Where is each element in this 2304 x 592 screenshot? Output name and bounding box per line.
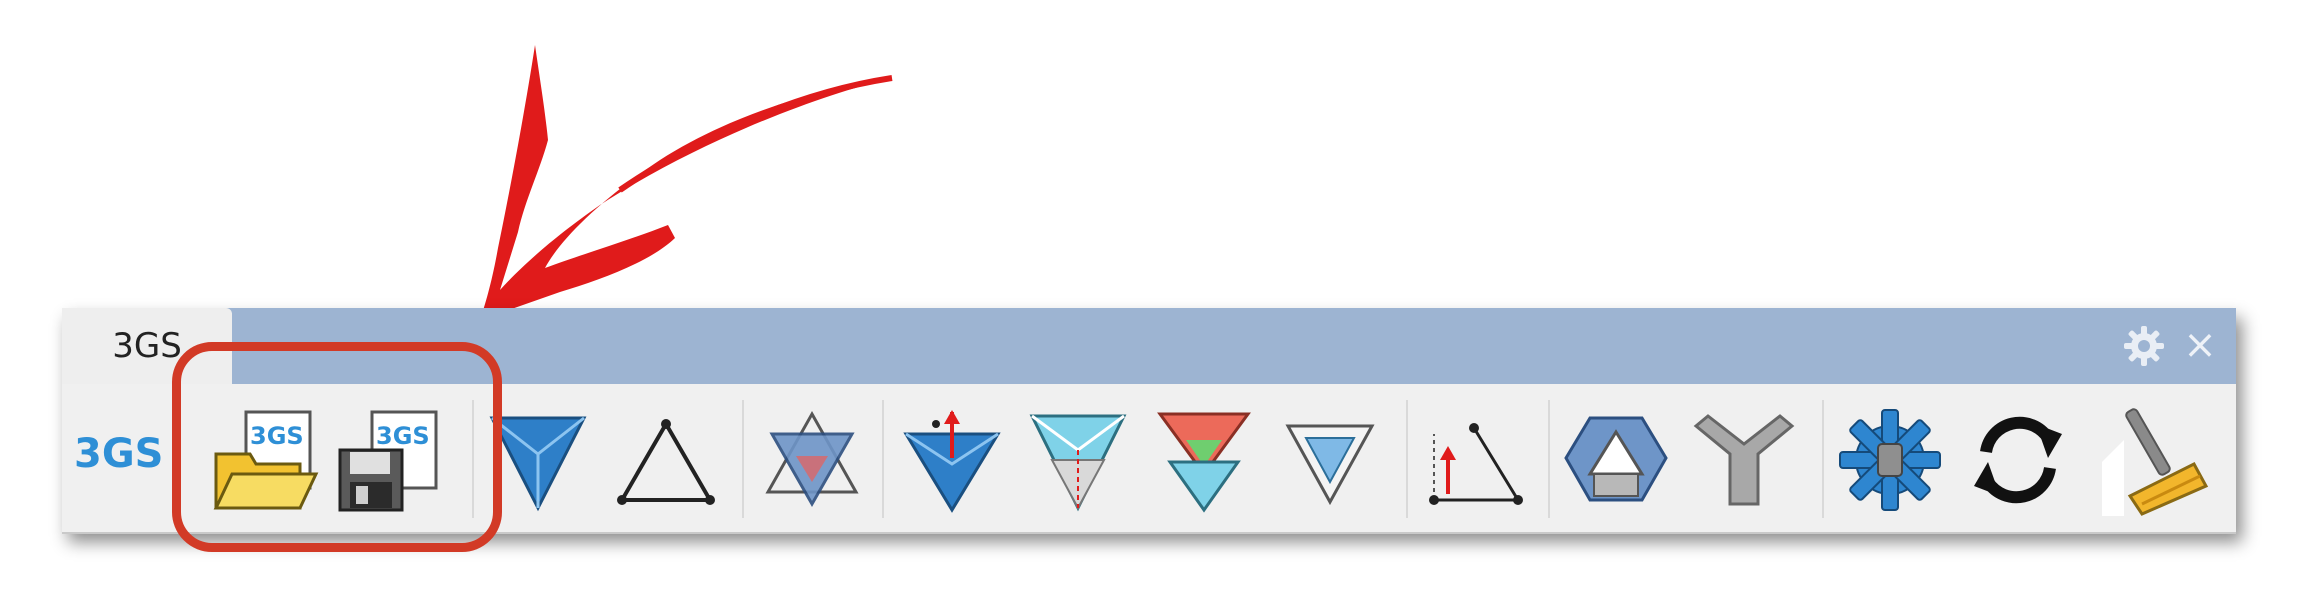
clear-button[interactable] (2102, 404, 2214, 516)
funicular-icon (1157, 412, 1251, 513)
separator (1548, 400, 1550, 518)
inverted-triangle-icon (1285, 424, 1375, 506)
polyhedron-icon (1564, 416, 1668, 502)
force-diagram-icon (617, 419, 715, 505)
reciprocal-button[interactable] (1022, 404, 1134, 516)
clear-broom-icon (2102, 408, 2209, 516)
separator (1822, 400, 1824, 518)
close-icon[interactable]: × (2180, 322, 2220, 368)
dual-diagram-button[interactable] (756, 404, 868, 516)
inverted-triangle-button[interactable] (1274, 404, 1386, 516)
separator (882, 400, 884, 518)
dual-diagram-icon (765, 410, 859, 508)
force-diagram-button[interactable] (610, 404, 722, 516)
load-button[interactable] (896, 404, 1008, 516)
brand-label: 3GS (74, 431, 164, 477)
load-icon (903, 410, 1001, 513)
support-icon (1429, 423, 1523, 505)
branch-button[interactable] (1688, 404, 1800, 516)
separator (1406, 400, 1408, 518)
separator (742, 400, 744, 518)
gear-icon[interactable] (2122, 324, 2166, 368)
settings-button[interactable] (1834, 404, 1946, 516)
settings-gear-icon (1839, 409, 1941, 511)
funicular-button[interactable] (1148, 404, 1260, 516)
highlight-box (172, 342, 502, 552)
refresh-icon (1974, 416, 2062, 504)
support-button[interactable] (1418, 404, 1530, 516)
reciprocal-icon (1029, 414, 1127, 512)
refresh-button[interactable] (1962, 404, 2074, 516)
branch-icon (1693, 414, 1795, 506)
polyhedron-button[interactable] (1560, 404, 1672, 516)
